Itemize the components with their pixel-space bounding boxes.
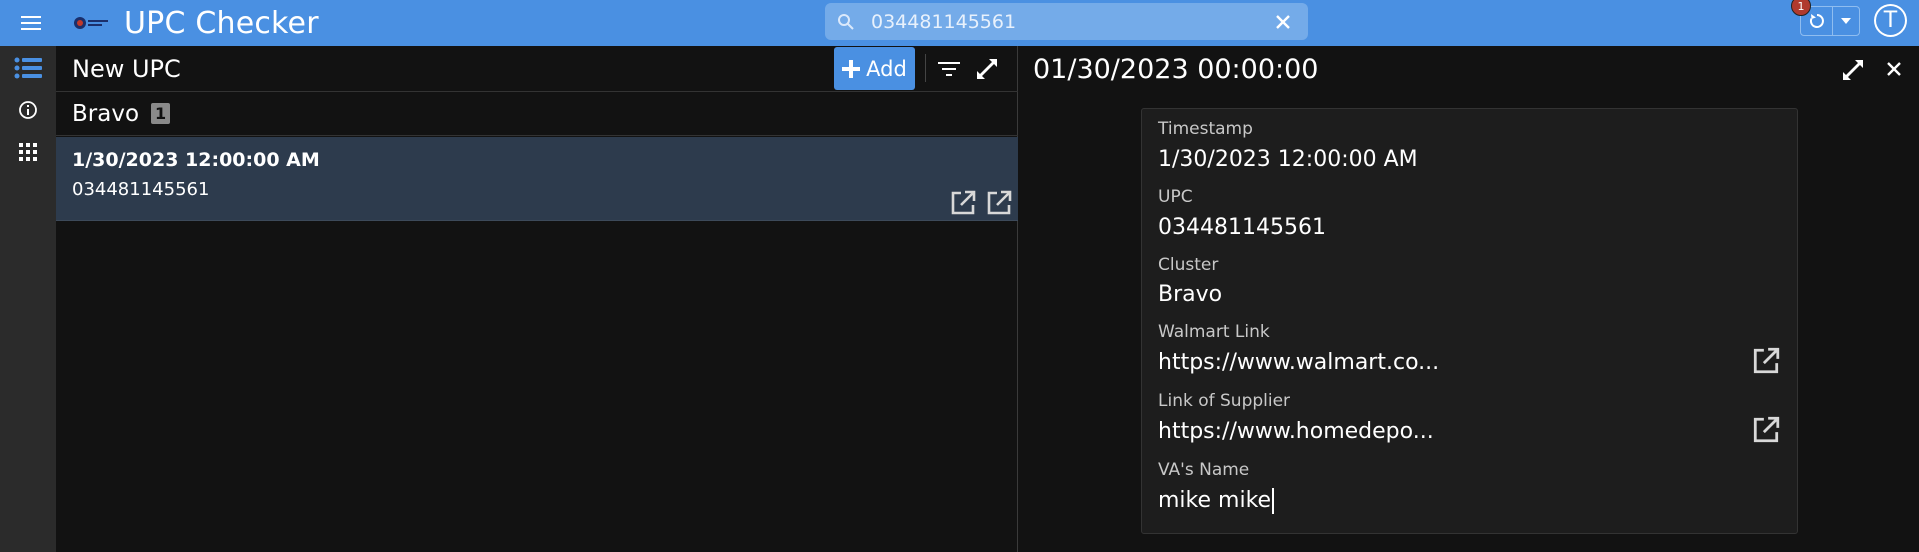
list-panel-title: New UPC <box>72 54 181 83</box>
upc-value: 034481145561 <box>1158 215 1326 240</box>
rail-item-apps[interactable] <box>0 132 56 172</box>
nav-rail <box>0 46 56 552</box>
open-supplier-link-icon[interactable] <box>1751 415 1781 445</box>
search-input[interactable] <box>871 3 1251 40</box>
supplier-link-value[interactable]: https://www.homedepo... <box>1158 419 1434 444</box>
search-icon <box>838 14 854 30</box>
list-item-date: 1/30/2023 12:00:00 AM <box>72 149 320 171</box>
app-logo <box>72 13 110 33</box>
filter-button[interactable] <box>936 56 962 82</box>
text-cursor <box>1272 488 1275 514</box>
chevron-down-icon <box>1841 18 1851 24</box>
list-item-upc: 034481145561 <box>72 179 210 200</box>
rail-item-info[interactable] <box>0 90 56 130</box>
info-icon <box>19 101 37 119</box>
sync-icon <box>1809 14 1824 28</box>
list-panel-header: New UPC Add <box>56 46 1018 92</box>
filter-icon <box>938 62 960 76</box>
close-icon <box>1887 62 1901 76</box>
top-app-bar: UPC Checker 1 T <box>0 0 1919 46</box>
supplier-link-label: Link of Supplier <box>1158 391 1291 411</box>
va-name-label: VA's Name <box>1158 460 1250 480</box>
open-supplier-link-icon[interactable] <box>985 189 1013 217</box>
expand-icon <box>1843 60 1863 80</box>
detail-panel-header: 01/30/2023 00:00:00 <box>1019 46 1919 92</box>
group-count-badge: 1 <box>151 103 171 124</box>
close-detail-button[interactable] <box>1881 56 1907 82</box>
cluster-value: Bravo <box>1158 282 1223 307</box>
add-button[interactable]: Add <box>834 47 915 90</box>
rail-item-list[interactable] <box>0 48 56 88</box>
list-item[interactable]: 1/30/2023 12:00:00 AM 034481145561 <box>56 137 1018 221</box>
va-name-field[interactable]: mike mike <box>1158 488 1275 514</box>
menu-icon <box>21 16 41 30</box>
grid-icon <box>19 143 37 161</box>
detail-panel: 01/30/2023 00:00:00 Timestamp 1/30/2023 … <box>1019 46 1919 552</box>
va-name-value: mike mike <box>1158 488 1272 513</box>
walmart-link-value[interactable]: https://www.walmart.co... <box>1158 350 1439 375</box>
expand-detail-button[interactable] <box>1839 56 1867 84</box>
clear-search-icon[interactable] <box>1274 13 1292 31</box>
avatar-letter: T <box>1876 6 1905 35</box>
expand-icon <box>977 59 997 79</box>
walmart-link-label: Walmart Link <box>1158 322 1270 342</box>
upc-list-panel: New UPC Add Bravo 1 1/30/2023 12:00:00 A… <box>56 46 1018 552</box>
app-title: UPC Checker <box>124 5 319 41</box>
group-header-bravo[interactable]: Bravo 1 <box>56 92 1018 136</box>
timestamp-value: 1/30/2023 12:00:00 AM <box>1158 147 1418 172</box>
detail-title: 01/30/2023 00:00:00 <box>1033 53 1319 85</box>
header-divider <box>925 54 926 82</box>
open-walmart-link-icon[interactable] <box>1751 346 1781 376</box>
search-bar[interactable] <box>825 3 1308 40</box>
group-label: Bravo <box>72 100 140 127</box>
detail-card: Timestamp 1/30/2023 12:00:00 AM UPC 0344… <box>1141 108 1798 534</box>
list-icon <box>14 57 42 79</box>
hamburger-menu-button[interactable] <box>0 0 62 46</box>
plus-icon <box>842 59 861 78</box>
expand-list-button[interactable] <box>974 56 1000 82</box>
cluster-label: Cluster <box>1158 255 1219 275</box>
timestamp-label: Timestamp <box>1158 119 1253 139</box>
add-button-label: Add <box>866 56 907 81</box>
sync-dropdown-button[interactable] <box>1833 7 1859 35</box>
open-walmart-link-icon[interactable] <box>949 189 977 217</box>
upc-label: UPC <box>1158 187 1193 207</box>
avatar[interactable]: T <box>1874 4 1907 37</box>
